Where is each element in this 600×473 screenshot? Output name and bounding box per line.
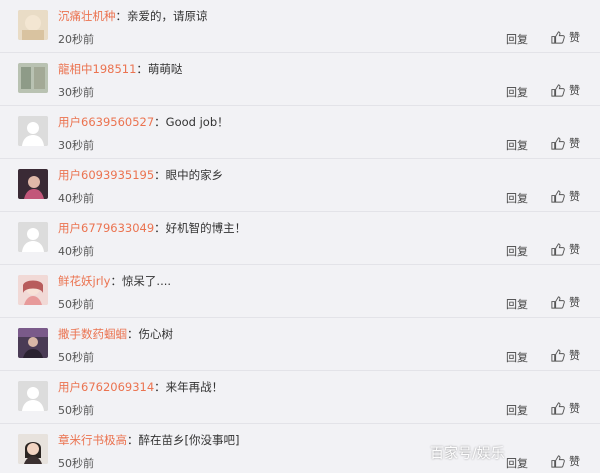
like-button[interactable]: 赞	[550, 135, 580, 151]
comment-item: 用户6762069314：来年再战！ 50秒前 回复 赞	[0, 371, 600, 424]
thumbs-up-icon	[551, 136, 565, 150]
comment-item: 鲜花妖jrly：惊呆了.... 50秒前 回复 赞	[0, 265, 600, 318]
reply-button[interactable]: 回复	[506, 84, 528, 100]
user-photo-icon	[18, 434, 48, 464]
thumbs-up-icon	[551, 401, 565, 415]
thumbs-up-icon	[551, 295, 565, 309]
avatar[interactable]	[18, 434, 48, 464]
reply-button[interactable]: 回复	[506, 455, 528, 471]
like-button[interactable]: 赞	[550, 453, 580, 469]
avatar[interactable]	[18, 328, 48, 358]
thumbs-up-icon	[551, 189, 565, 203]
like-button[interactable]: 赞	[550, 400, 580, 416]
default-avatar-icon	[18, 116, 48, 146]
avatar[interactable]	[18, 222, 48, 252]
like-label: 赞	[569, 137, 580, 150]
comment-text: Good job！	[165, 115, 229, 129]
avatar[interactable]	[18, 10, 48, 40]
thumbs-up-icon	[551, 30, 565, 44]
user-photo-icon	[18, 328, 48, 358]
comment-time: 40秒前	[58, 245, 94, 258]
like-label: 赞	[569, 455, 580, 468]
like-button[interactable]: 赞	[550, 188, 580, 204]
comment-text: 萌萌哒	[147, 62, 183, 76]
comment-time: 30秒前	[58, 139, 94, 152]
user-photo-icon	[18, 63, 48, 93]
comment-time: 50秒前	[58, 298, 94, 311]
avatar[interactable]	[18, 116, 48, 146]
comment-item: 龍相中198511：萌萌哒 30秒前 回复 赞	[0, 53, 600, 106]
user-photo-icon	[18, 10, 48, 40]
thumbs-up-icon	[551, 348, 565, 362]
comment-item: 用户6779633049：好机智的博主！ 40秒前 回复 赞	[0, 212, 600, 265]
comment-text: 惊呆了....	[121, 274, 172, 288]
like-button[interactable]: 赞	[550, 29, 580, 45]
comment-time: 40秒前	[58, 192, 94, 205]
reply-button[interactable]: 回复	[506, 31, 528, 47]
comment-text: 好机智的博主！	[165, 221, 247, 235]
comment-username[interactable]: 用户6779633049	[58, 221, 154, 235]
comment-username[interactable]: 沉痛壮机种	[58, 9, 116, 23]
thumbs-up-icon	[551, 83, 565, 97]
comment-username[interactable]: 龍相中198511	[58, 62, 136, 76]
comment-text: 来年再战！	[165, 380, 224, 394]
comment-time: 50秒前	[58, 457, 94, 470]
comment-item: 用户6093935195：眼中的家乡 40秒前 回复 赞	[0, 159, 600, 212]
user-photo-icon	[18, 169, 48, 199]
comment-username[interactable]: 用户6093935195	[58, 168, 154, 182]
like-label: 赞	[569, 84, 580, 97]
like-label: 赞	[569, 349, 580, 362]
comment-time: 50秒前	[58, 351, 94, 364]
comment-username[interactable]: 用户6762069314	[58, 380, 154, 394]
like-button[interactable]: 赞	[550, 82, 580, 98]
comment-item: 撒手数药蝈蝈：伤心树 50秒前 回复 赞	[0, 318, 600, 371]
thumbs-up-icon	[551, 242, 565, 256]
like-label: 赞	[569, 31, 580, 44]
like-button[interactable]: 赞	[550, 347, 580, 363]
reply-button[interactable]: 回复	[506, 190, 528, 206]
reply-button[interactable]: 回复	[506, 137, 528, 153]
comment-item: 沉痛壮机种：亲爱的，请原谅 20秒前 回复 赞	[0, 0, 600, 53]
avatar[interactable]	[18, 169, 48, 199]
comment-item: 用户6639560527：Good job！ 30秒前 回复 赞	[0, 106, 600, 159]
comment-time: 20秒前	[58, 33, 94, 46]
like-button[interactable]: 赞	[550, 241, 580, 257]
default-avatar-icon	[18, 381, 48, 411]
watermark: 百家号/娱乐	[430, 446, 505, 462]
comment-text: 亲爱的，请原谅	[127, 9, 208, 23]
like-button[interactable]: 赞	[550, 294, 580, 310]
reply-button[interactable]: 回复	[506, 296, 528, 312]
like-label: 赞	[569, 243, 580, 256]
comment-text: 醉在苗乡[你没事吧]	[138, 433, 240, 447]
like-label: 赞	[569, 190, 580, 203]
like-label: 赞	[569, 402, 580, 415]
reply-button[interactable]: 回复	[506, 243, 528, 259]
comment-time: 30秒前	[58, 86, 94, 99]
like-label: 赞	[569, 296, 580, 309]
reply-button[interactable]: 回复	[506, 349, 528, 365]
reply-button[interactable]: 回复	[506, 402, 528, 418]
avatar[interactable]	[18, 275, 48, 305]
comment-username[interactable]: 章米行书极高	[58, 433, 127, 447]
avatar[interactable]	[18, 63, 48, 93]
comment-username[interactable]: 用户6639560527	[58, 115, 154, 129]
comment-item: 章米行书极高：醉在苗乡[你没事吧] 50秒前 回复 赞	[0, 424, 600, 473]
comment-time: 50秒前	[58, 404, 94, 417]
comment-username[interactable]: 撒手数药蝈蝈	[58, 327, 127, 341]
default-avatar-icon	[18, 222, 48, 252]
thumbs-up-icon	[551, 454, 565, 468]
user-photo-icon	[18, 275, 48, 305]
comment-username[interactable]: 鲜花妖jrly	[58, 274, 110, 288]
avatar[interactable]	[18, 381, 48, 411]
comment-text: 伤心树	[138, 327, 174, 341]
comment-text: 眼中的家乡	[165, 168, 224, 182]
